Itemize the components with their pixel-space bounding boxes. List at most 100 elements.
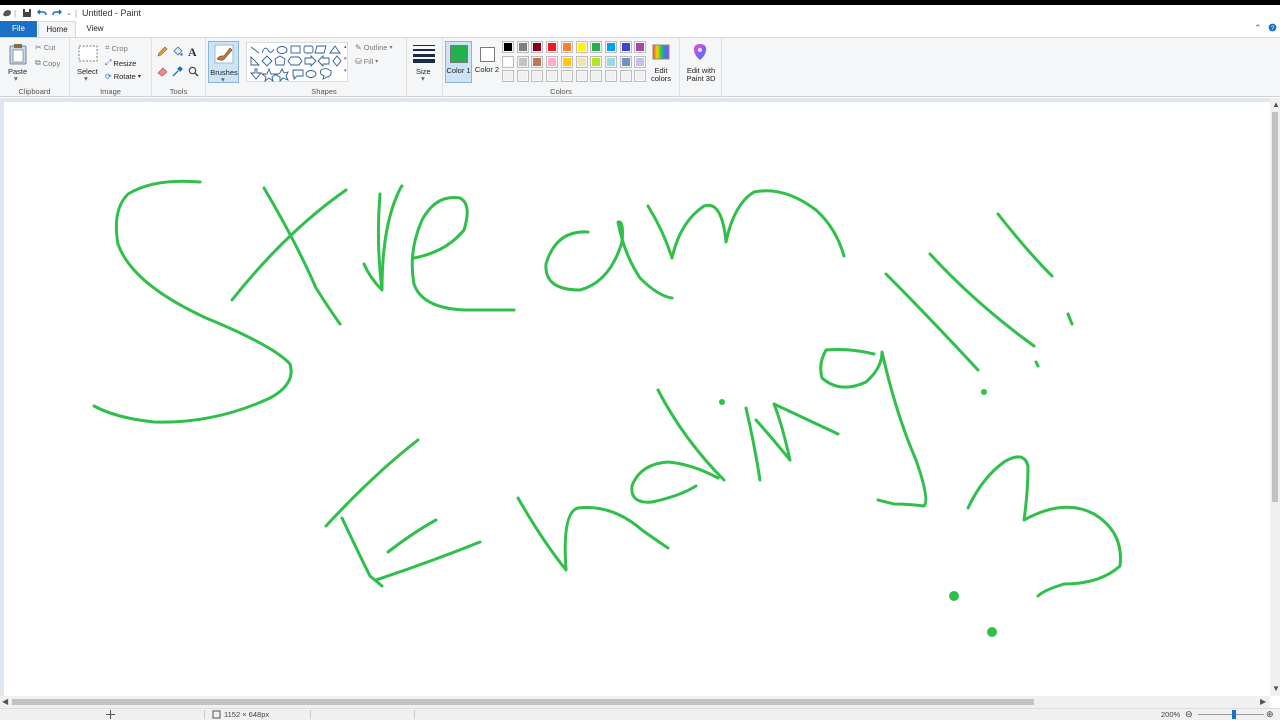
paint-app-icon[interactable] bbox=[2, 7, 12, 19]
cursor-position-icon bbox=[106, 710, 115, 719]
scroll-left-icon[interactable]: ◀ bbox=[2, 697, 8, 706]
palette-swatch[interactable] bbox=[546, 70, 559, 82]
palette-swatch[interactable] bbox=[575, 55, 588, 68]
palette-swatch[interactable] bbox=[634, 70, 647, 82]
paste-dropdown-icon[interactable]: ▾ bbox=[14, 74, 18, 83]
palette-swatch[interactable] bbox=[546, 41, 559, 53]
shapes-group-label: Shapes bbox=[311, 87, 337, 96]
rotate-button[interactable]: ⟳ Rotate ▾ bbox=[105, 72, 141, 81]
paste-button[interactable] bbox=[9, 43, 27, 68]
zoom-slider[interactable] bbox=[1198, 714, 1264, 715]
palette-swatch[interactable] bbox=[502, 70, 514, 82]
palette-swatch[interactable] bbox=[516, 55, 529, 68]
vertical-scroll-thumb[interactable] bbox=[1272, 112, 1278, 502]
drawing-canvas[interactable] bbox=[4, 102, 1270, 696]
color1-label: Color 1 bbox=[446, 66, 471, 75]
shapes-gallery[interactable] bbox=[246, 42, 348, 83]
rotate-dropdown-icon: ▾ bbox=[137, 74, 141, 80]
text-tool-icon[interactable]: A bbox=[188, 45, 197, 60]
save-icon[interactable] bbox=[22, 7, 32, 19]
palette-swatch[interactable] bbox=[634, 41, 647, 53]
shapes-expand-icon[interactable]: ▾ bbox=[344, 68, 347, 74]
crop-label: Crop bbox=[111, 43, 128, 53]
edit-colors-icon[interactable] bbox=[652, 43, 670, 64]
palette-swatch[interactable] bbox=[590, 55, 603, 68]
color-picker-icon[interactable] bbox=[172, 66, 183, 80]
workspace bbox=[0, 98, 1270, 696]
scroll-up-icon[interactable]: ▲ bbox=[1272, 100, 1280, 109]
palette-swatch[interactable] bbox=[575, 70, 588, 82]
palette-swatch[interactable] bbox=[604, 55, 617, 68]
select-dropdown-icon[interactable]: ▾ bbox=[84, 74, 88, 83]
tools-group-label: Tools bbox=[169, 87, 188, 96]
brushes-button[interactable]: Brushes ▾ bbox=[208, 41, 239, 84]
stroke-t-stem bbox=[262, 186, 342, 326]
palette-swatch-color bbox=[606, 43, 615, 51]
shapes-scroll-up-icon[interactable]: ▴ bbox=[344, 44, 347, 50]
paint3d-icon[interactable] bbox=[692, 43, 708, 64]
magnifier-icon[interactable] bbox=[188, 66, 199, 80]
select-button[interactable] bbox=[78, 44, 98, 67]
help-icon[interactable]: ? bbox=[1268, 23, 1277, 34]
collapse-ribbon-icon[interactable]: ⌃ bbox=[1254, 23, 1262, 34]
scroll-down-icon[interactable]: ▼ bbox=[1272, 684, 1280, 693]
palette-swatch[interactable] bbox=[634, 55, 647, 68]
zoom-in-icon[interactable]: ⊕ bbox=[1266, 710, 1274, 719]
scissors-icon: ✂ bbox=[35, 43, 42, 52]
size-dropdown-icon[interactable]: ▾ bbox=[421, 74, 425, 83]
resize-icon: ⤢ bbox=[105, 58, 112, 67]
color2-button[interactable]: Color 2 bbox=[474, 41, 500, 83]
customize-quick-access-icon[interactable]: ⌄ bbox=[66, 7, 72, 19]
size-group: Size ▾ bbox=[407, 38, 443, 98]
zoom-out-icon[interactable]: ⊖ bbox=[1185, 710, 1193, 719]
palette-swatch[interactable] bbox=[502, 41, 514, 53]
palette-swatch[interactable] bbox=[560, 41, 573, 53]
undo-icon[interactable] bbox=[37, 7, 47, 19]
tab-file[interactable]: File bbox=[0, 21, 37, 37]
tools-group: A Tools bbox=[152, 38, 206, 98]
copy-button[interactable]: ⧉ Copy bbox=[35, 58, 60, 68]
palette-swatch[interactable] bbox=[604, 70, 617, 82]
palette-swatch[interactable] bbox=[619, 55, 632, 68]
cut-button[interactable]: ✂ Cut bbox=[35, 43, 55, 52]
palette-swatch[interactable] bbox=[516, 70, 529, 82]
vertical-scrollbar[interactable]: ▲ ▼ bbox=[1270, 98, 1280, 696]
outline-button[interactable]: ✎ Outline ▾ bbox=[355, 43, 392, 52]
palette-swatch[interactable] bbox=[531, 41, 544, 53]
palette-swatch[interactable] bbox=[590, 41, 603, 53]
palette-swatch[interactable] bbox=[546, 55, 559, 68]
color1-button[interactable]: Color 1 bbox=[445, 41, 472, 83]
zoom-slider-thumb[interactable] bbox=[1232, 710, 1236, 719]
shapes-scroll-down-icon[interactable]: ▾ bbox=[344, 56, 347, 62]
eraser-icon[interactable] bbox=[157, 66, 168, 80]
fill-button[interactable]: ⛁ Fill ▾ bbox=[355, 57, 378, 66]
palette-swatch[interactable] bbox=[590, 70, 603, 82]
palette-swatch-color bbox=[577, 43, 586, 51]
horizontal-scrollbar[interactable]: ◀ ▶ bbox=[0, 696, 1270, 708]
palette-swatch[interactable] bbox=[575, 41, 588, 53]
crop-button[interactable]: ⌗ Crop bbox=[105, 43, 128, 53]
palette-swatch-color bbox=[533, 72, 542, 80]
palette-swatch-color bbox=[606, 72, 615, 80]
line-size-icon[interactable] bbox=[412, 43, 436, 66]
fill-bucket-icon[interactable] bbox=[172, 46, 183, 60]
palette-swatch[interactable] bbox=[531, 55, 544, 68]
resize-button[interactable]: ⤢ Resize bbox=[105, 58, 136, 68]
palette-swatch[interactable] bbox=[619, 41, 632, 53]
palette-swatch[interactable] bbox=[531, 70, 544, 82]
palette-swatch[interactable] bbox=[604, 41, 617, 53]
palette-swatch[interactable] bbox=[560, 55, 573, 68]
tab-home[interactable]: Home bbox=[38, 21, 76, 37]
palette-swatch[interactable] bbox=[619, 70, 632, 82]
palette-swatch[interactable] bbox=[560, 70, 573, 82]
palette-swatch[interactable] bbox=[502, 55, 514, 68]
horizontal-scroll-thumb[interactable] bbox=[12, 699, 1034, 705]
outline-label: Outline bbox=[363, 43, 388, 52]
tab-view[interactable]: View bbox=[78, 21, 112, 37]
palette-swatch[interactable] bbox=[516, 41, 529, 53]
stroke-n2 bbox=[754, 402, 840, 462]
paint3d-label[interactable]: Edit with Paint 3D bbox=[681, 67, 721, 83]
pencil-icon[interactable] bbox=[157, 46, 168, 60]
scroll-right-icon[interactable]: ▶ bbox=[1260, 697, 1266, 706]
redo-icon[interactable] bbox=[52, 7, 62, 19]
